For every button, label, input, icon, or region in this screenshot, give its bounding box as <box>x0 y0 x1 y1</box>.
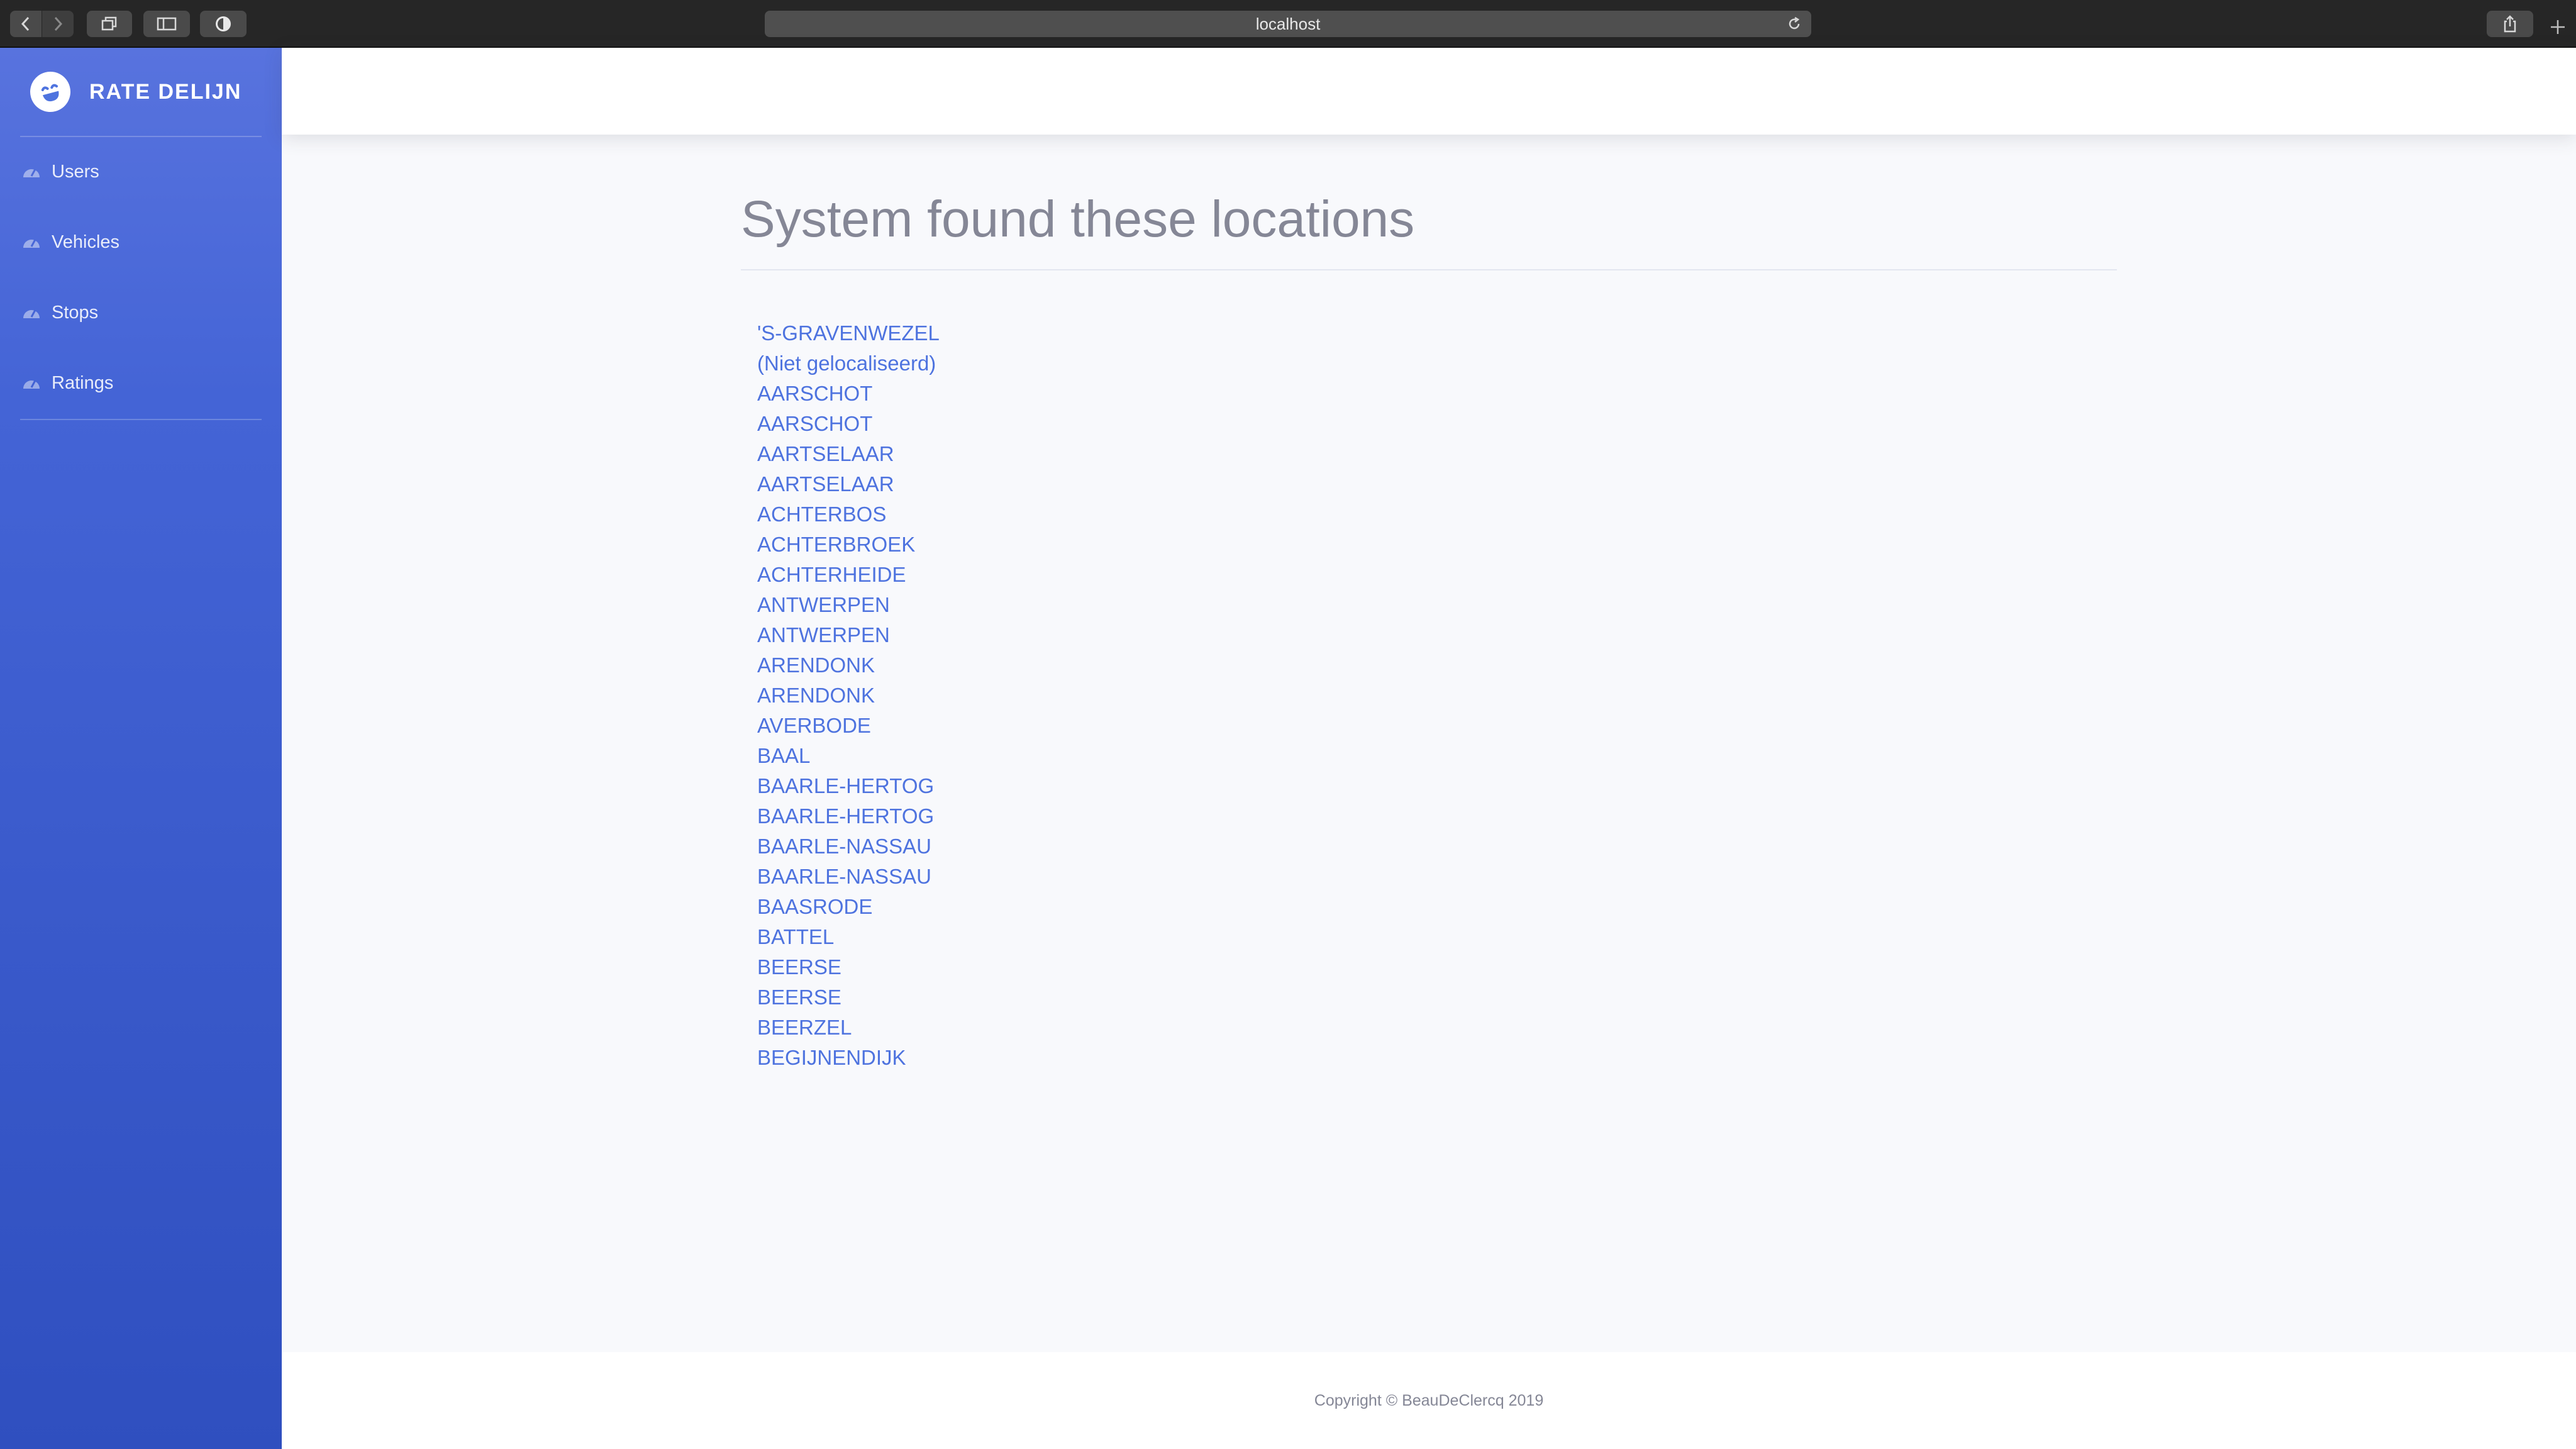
sidebar-item-stops[interactable]: Stops <box>0 287 282 338</box>
chevron-right-icon <box>54 16 63 31</box>
sidebar-item-vehicles[interactable]: Vehicles <box>0 217 282 267</box>
sidebar-toggle-button[interactable] <box>143 11 190 37</box>
location-link[interactable]: BAARLE-HERTOG <box>757 804 934 828</box>
list-item: BAARLE-NASSAU <box>757 831 2117 862</box>
sidebar-item-users[interactable]: Users <box>0 147 282 197</box>
sidebar: RATE DELIJN Users Vehicles Stops Ratings <box>0 48 282 1449</box>
list-item: ARENDONK <box>757 680 2117 711</box>
list-item: BEGIJNENDIJK <box>757 1043 2117 1073</box>
share-button[interactable] <box>2487 11 2533 37</box>
location-link[interactable]: ACHTERBOS <box>757 502 886 526</box>
forward-button[interactable] <box>42 11 74 37</box>
sidebar-item-label: Ratings <box>52 372 114 393</box>
tachometer-icon <box>23 309 40 318</box>
location-link[interactable]: ANTWERPEN <box>757 593 890 616</box>
list-item: ACHTERBROEK <box>757 530 2117 560</box>
location-link[interactable]: BAASRODE <box>757 895 872 918</box>
list-item: BEERSE <box>757 952 2117 982</box>
location-link[interactable]: 'S-GRAVENWEZEL <box>757 321 940 345</box>
back-button[interactable] <box>10 11 42 37</box>
list-item: ARENDONK <box>757 650 2117 680</box>
location-link[interactable]: ACHTERBROEK <box>757 533 915 556</box>
location-link[interactable]: (Niet gelocaliseerd) <box>757 352 936 375</box>
location-link[interactable]: BEERZEL <box>757 1016 852 1039</box>
location-link[interactable]: BEERSE <box>757 985 841 1009</box>
location-list: 'S-GRAVENWEZEL (Niet gelocaliseerd) AARSCH… <box>741 318 2117 1073</box>
location-link[interactable]: AARTSELAAR <box>757 442 894 465</box>
tachometer-icon <box>23 239 40 248</box>
sidebar-item-label: Vehicles <box>52 231 120 252</box>
laugh-wink-icon <box>25 67 75 117</box>
main-content: System found these locations 'S-GRAVENWE… <box>741 189 2117 1073</box>
list-item: BEERZEL <box>757 1013 2117 1043</box>
location-link[interactable]: ACHTERHEIDE <box>757 563 906 586</box>
shield-icon <box>216 16 231 31</box>
location-link[interactable]: BAARLE-NASSAU <box>757 865 931 888</box>
location-link[interactable]: BAARLE-HERTOG <box>757 774 934 797</box>
reload-icon[interactable] <box>1786 16 1802 32</box>
list-item: BAASRODE <box>757 892 2117 922</box>
sidebar-brand[interactable]: RATE DELIJN <box>0 48 282 136</box>
privacy-button[interactable] <box>200 11 247 37</box>
footer: Copyright © BeauDeClercq 2019 <box>282 1352 2576 1449</box>
location-link[interactable]: AARSCHOT <box>757 382 872 405</box>
list-item: BATTEL <box>757 922 2117 952</box>
sidebar-item-label: Users <box>52 161 99 182</box>
location-link[interactable]: BEERSE <box>757 955 841 979</box>
list-item: BEERSE <box>757 982 2117 1013</box>
page-title: System found these locations <box>741 189 2117 271</box>
location-link[interactable]: ARENDONK <box>757 684 875 707</box>
list-item: ANTWERPEN <box>757 620 2117 650</box>
location-link[interactable]: AARSCHOT <box>757 412 872 435</box>
list-item: AARTSELAAR <box>757 469 2117 499</box>
list-item: AARSCHOT <box>757 409 2117 439</box>
tab-overview-button[interactable] <box>87 11 132 37</box>
topbar <box>282 48 2576 135</box>
sidebar-item-ratings[interactable]: Ratings <box>0 358 282 408</box>
location-link[interactable]: BAAL <box>757 744 810 767</box>
browser-toolbar: localhost <box>0 0 2576 48</box>
list-item: (Niet gelocaliseerd) <box>757 348 2117 379</box>
sidebar-item-label: Stops <box>52 302 99 323</box>
list-item: AARTSELAAR <box>757 439 2117 469</box>
location-link[interactable]: AVERBODE <box>757 714 871 737</box>
sidebar-icon <box>157 17 177 31</box>
copyright-text: Copyright © BeauDeClercq 2019 <box>1314 1391 1544 1409</box>
list-item: ANTWERPEN <box>757 590 2117 620</box>
chevron-left-icon <box>21 16 30 31</box>
list-item: AARSCHOT <box>757 379 2117 409</box>
location-link[interactable]: ARENDONK <box>757 653 875 677</box>
list-item: BAARLE-HERTOG <box>757 801 2117 831</box>
location-link[interactable]: AARTSELAAR <box>757 472 894 496</box>
location-link[interactable]: BEGIJNENDIJK <box>757 1046 906 1069</box>
share-icon <box>2504 15 2516 33</box>
location-link[interactable]: ANTWERPEN <box>757 623 890 647</box>
sidebar-divider <box>20 136 262 137</box>
list-item: ACHTERHEIDE <box>757 560 2117 590</box>
address-bar[interactable]: localhost <box>765 11 1811 37</box>
tachometer-icon <box>23 169 40 177</box>
list-item: BAARLE-NASSAU <box>757 862 2117 892</box>
tachometer-icon <box>23 380 40 389</box>
list-item: 'S-GRAVENWEZEL <box>757 318 2117 348</box>
brand-name: RATE DELIJN <box>89 79 242 104</box>
list-item: ACHTERBOS <box>757 499 2117 530</box>
list-item: AVERBODE <box>757 711 2117 741</box>
new-tab-icon[interactable] <box>2548 18 2567 36</box>
list-item: BAARLE-HERTOG <box>757 771 2117 801</box>
sidebar-divider <box>20 419 262 420</box>
tabs-icon <box>101 16 117 31</box>
list-item: BAAL <box>757 741 2117 771</box>
location-link[interactable]: BAARLE-NASSAU <box>757 835 931 858</box>
location-link[interactable]: BATTEL <box>757 925 834 948</box>
url-text: localhost <box>1255 14 1321 33</box>
